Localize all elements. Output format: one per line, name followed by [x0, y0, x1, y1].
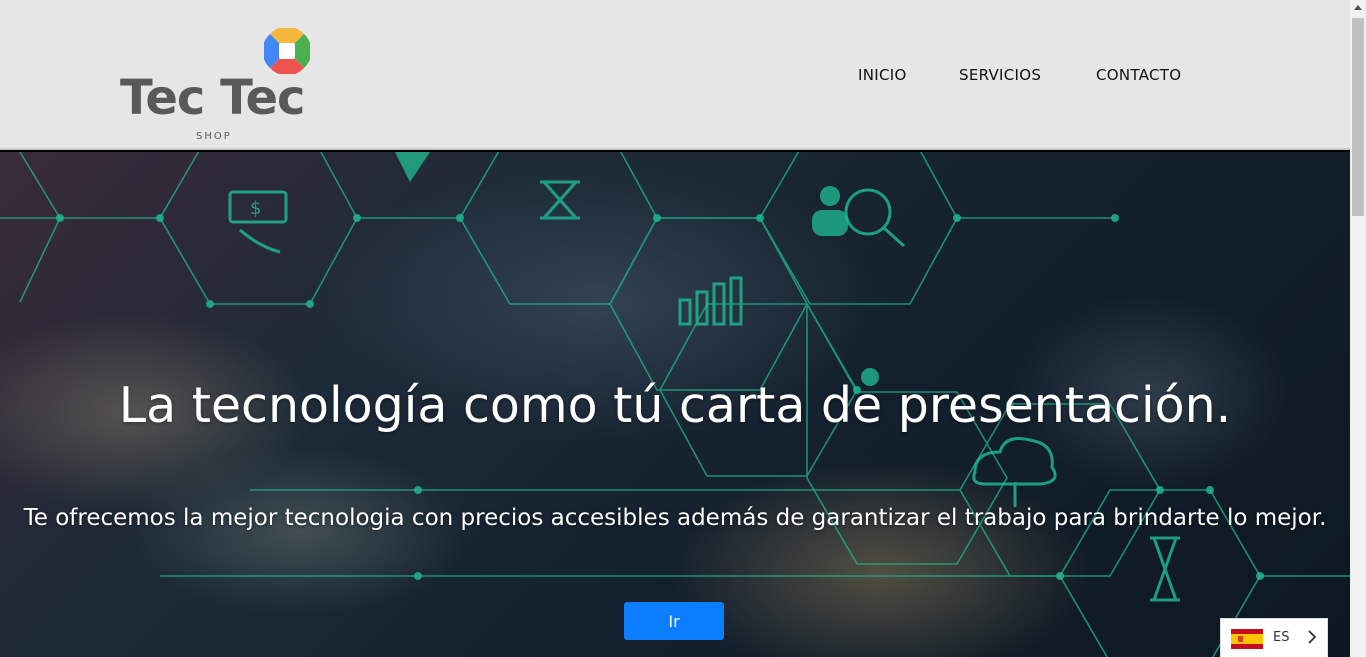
- language-selector[interactable]: ES: [1220, 618, 1328, 657]
- hero-cta-button[interactable]: Ir: [624, 602, 724, 640]
- nav-item-inicio[interactable]: INICIO: [858, 66, 907, 84]
- hero-subtitle: Te ofrecemos la mejor tecnologia con pre…: [23, 505, 1327, 531]
- chevron-right-icon: [1308, 630, 1317, 644]
- brand-tagline: SHOP: [196, 131, 232, 142]
- nav-item-servicios[interactable]: SERVICIOS: [959, 66, 1041, 84]
- hero-section: $ La tecnología como tú carta de present…: [0, 152, 1350, 657]
- scroll-up-arrow-icon[interactable]: [1350, 0, 1366, 16]
- brand-name: Tec Tec: [120, 70, 305, 126]
- site-header: Tec Tec SHOP INICIO SERVICIOS CONTACTO: [0, 0, 1350, 150]
- hero-title: La tecnología como tú carta de presentac…: [118, 377, 1232, 434]
- spain-flag-icon: [1231, 629, 1263, 649]
- brand-logo[interactable]: Tec Tec SHOP: [118, 28, 318, 148]
- nav-item-contacto[interactable]: CONTACTO: [1096, 66, 1181, 84]
- svg-text:$: $: [250, 198, 261, 219]
- scrollbar-thumb[interactable]: [1352, 18, 1364, 216]
- language-code: ES: [1273, 630, 1290, 645]
- logo-mark-icon: [264, 28, 310, 74]
